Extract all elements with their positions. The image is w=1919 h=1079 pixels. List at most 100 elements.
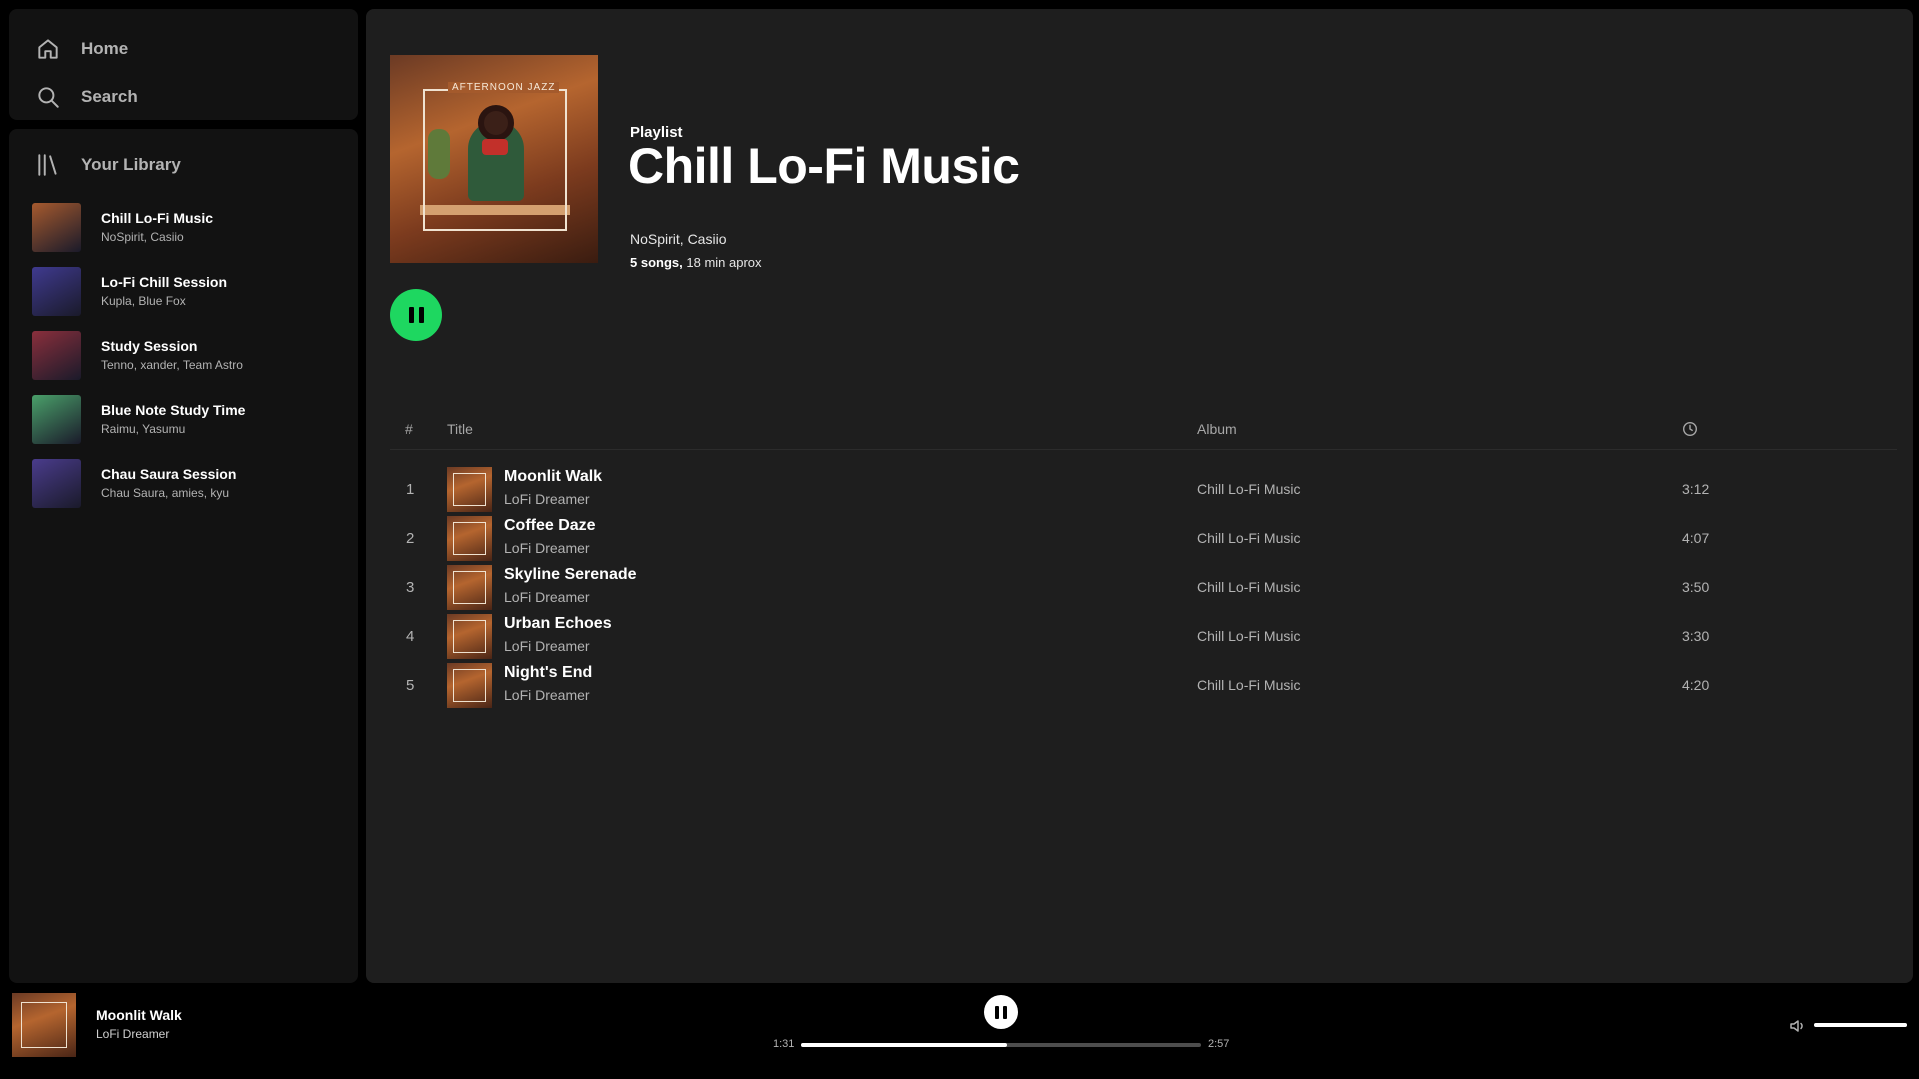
- playlist-stats: 5 songs, 18 min aprox: [630, 255, 762, 270]
- track-thumbnail: [447, 614, 492, 659]
- app-window: Home Search Your Library Chill Lo-Fi Mus…: [0, 0, 1919, 1079]
- nav-home-label: Home: [81, 39, 129, 58]
- library-item[interactable]: Study Session Tenno, xander, Team Astro: [23, 323, 344, 387]
- library-item-text: Study Session Tenno, xander, Team Astro: [101, 338, 243, 372]
- library-title: Your Library: [81, 155, 181, 174]
- player-pause-button[interactable]: [984, 995, 1018, 1029]
- column-title: Title: [447, 421, 473, 437]
- speaker-icon[interactable]: [1788, 1016, 1808, 1036]
- library-item-text: Chill Lo-Fi Music NoSpirit, Casiio: [101, 210, 213, 244]
- track-number: 1: [406, 481, 415, 498]
- library-item[interactable]: Chau Saura Session Chau Saura, amies, kyu: [23, 451, 344, 515]
- track-thumbnail: [447, 516, 492, 561]
- library-item-text: Lo-Fi Chill Session Kupla, Blue Fox: [101, 274, 227, 308]
- progress-fill: [801, 1043, 1007, 1047]
- track-title: Coffee Daze: [504, 517, 596, 534]
- library-header[interactable]: Your Library: [23, 147, 344, 183]
- current-time: 1:31: [773, 1038, 795, 1050]
- library-item-subtitle: Chau Saura, amies, kyu: [101, 486, 230, 500]
- library-item-subtitle: NoSpirit, Casiio: [101, 230, 184, 244]
- track-number: 4: [406, 628, 415, 645]
- library-item-title: Chill Lo-Fi Music: [101, 210, 213, 226]
- nav-search[interactable]: Search: [35, 73, 358, 121]
- volume-fill: [1814, 1023, 1907, 1027]
- playlist-song-count: 5 songs,: [630, 255, 683, 270]
- library-item-title: Chau Saura Session: [101, 466, 237, 482]
- pause-icon: [995, 1005, 1007, 1019]
- track-title: Moonlit Walk: [504, 468, 603, 485]
- track-artist[interactable]: LoFi Dreamer: [504, 687, 590, 703]
- total-time: 2:57: [1208, 1038, 1230, 1050]
- library-item-title: Study Session: [101, 338, 198, 354]
- cover-title-text: AFTERNOON JAZZ: [448, 82, 560, 93]
- track-row[interactable]: 5 Night's End LoFi Dreamer Chill Lo-Fi Musi…: [390, 657, 1897, 713]
- library-item-thumbnail: [32, 266, 81, 316]
- track-number: 2: [406, 530, 415, 547]
- track-artist[interactable]: LoFi Dreamer: [504, 540, 590, 556]
- library-item-subtitle: Tenno, xander, Team Astro: [101, 358, 243, 372]
- column-album: Album: [1197, 421, 1237, 437]
- sidebar-nav: Home Search: [9, 9, 358, 120]
- playlist-pause-button[interactable]: [390, 289, 442, 341]
- library-item[interactable]: Blue Note Study Time Raimu, Yasumu: [23, 387, 344, 451]
- now-playing-artist[interactable]: LoFi Dreamer: [96, 1027, 169, 1041]
- track-row[interactable]: 2 Coffee Daze LoFi Dreamer Chill Lo-Fi Musi…: [390, 510, 1897, 566]
- search-icon: [35, 84, 61, 110]
- track-album[interactable]: Chill Lo-Fi Music: [1197, 628, 1300, 644]
- library-icon: [35, 152, 61, 178]
- main-panel: AFTERNOON JAZZ Playlist Chill Lo-Fi Musi…: [366, 9, 1913, 983]
- track-title: Urban Echoes: [504, 615, 612, 632]
- track-duration: 4:07: [1682, 530, 1710, 546]
- track-album[interactable]: Chill Lo-Fi Music: [1197, 677, 1300, 693]
- track-row[interactable]: 1 Moonlit Walk LoFi Dreamer Chill Lo-Fi Mus…: [390, 461, 1897, 517]
- track-album[interactable]: Chill Lo-Fi Music: [1197, 481, 1300, 497]
- library-item-title: Lo-Fi Chill Session: [101, 274, 228, 290]
- library-item-subtitle: Raimu, Yasumu: [101, 422, 186, 436]
- playlist-cover: AFTERNOON JAZZ: [390, 55, 598, 263]
- library-item-subtitle: Kupla, Blue Fox: [101, 294, 186, 308]
- pause-icon: [408, 307, 424, 323]
- library-item-thumbnail: [32, 330, 81, 380]
- track-album[interactable]: Chill Lo-Fi Music: [1197, 579, 1300, 595]
- track-number: 5: [406, 677, 415, 694]
- playlist-duration: 18 min aprox: [686, 255, 762, 270]
- clock-icon: [1682, 421, 1698, 440]
- playlist-title: Chill Lo-Fi Music: [628, 138, 1020, 194]
- track-artist[interactable]: LoFi Dreamer: [504, 638, 590, 654]
- library-item-thumbnail: [32, 458, 81, 508]
- library-item-thumbnail: [32, 202, 81, 252]
- track-row[interactable]: 3 Skyline Serenade LoFi Dreamer Chill Lo-Fi…: [390, 559, 1897, 615]
- library-item-title: Blue Note Study Time: [101, 402, 246, 418]
- track-duration: 3:30: [1682, 628, 1710, 644]
- track-thumbnail: [447, 467, 492, 512]
- track-duration: 3:12: [1682, 481, 1710, 497]
- track-artist[interactable]: LoFi Dreamer: [504, 491, 590, 507]
- library-item-text: Chau Saura Session Chau Saura, amies, kyu: [101, 466, 236, 500]
- library-list: Chill Lo-Fi Music NoSpirit, Casiio Lo-Fi C…: [23, 195, 344, 515]
- nav-search-label: Search: [81, 87, 138, 106]
- library-item[interactable]: Chill Lo-Fi Music NoSpirit, Casiio: [23, 195, 344, 259]
- track-title: Skyline Serenade: [504, 566, 637, 583]
- track-duration: 4:20: [1682, 677, 1710, 693]
- track-thumbnail: [447, 565, 492, 610]
- track-duration: 3:50: [1682, 579, 1710, 595]
- now-playing-cover[interactable]: [12, 993, 76, 1057]
- track-number: 3: [406, 579, 415, 596]
- progress-bar[interactable]: [801, 1043, 1201, 1047]
- playlist-owners: NoSpirit, Casiio: [630, 231, 727, 247]
- nav-home[interactable]: Home: [35, 25, 358, 73]
- home-icon: [35, 36, 61, 62]
- column-number: #: [405, 421, 413, 437]
- track-row[interactable]: 4 Urban Echoes LoFi Dreamer Chill Lo-Fi Mus…: [390, 608, 1897, 664]
- library-panel: Your Library Chill Lo-Fi Music NoSpirit, …: [9, 129, 358, 983]
- track-thumbnail: [447, 663, 492, 708]
- track-title: Night's End: [504, 664, 593, 681]
- library-item[interactable]: Lo-Fi Chill Session Kupla, Blue Fox: [23, 259, 344, 323]
- track-album[interactable]: Chill Lo-Fi Music: [1197, 530, 1300, 546]
- cover-frame: [423, 89, 567, 231]
- volume-slider[interactable]: [1814, 1023, 1907, 1027]
- now-playing-title[interactable]: Moonlit Walk: [96, 1007, 182, 1023]
- player-bar: Moonlit Walk LoFi Dreamer 1:31 2:57: [0, 983, 1919, 1079]
- track-artist[interactable]: LoFi Dreamer: [504, 589, 590, 605]
- track-table-header: # Title Album: [390, 409, 1897, 450]
